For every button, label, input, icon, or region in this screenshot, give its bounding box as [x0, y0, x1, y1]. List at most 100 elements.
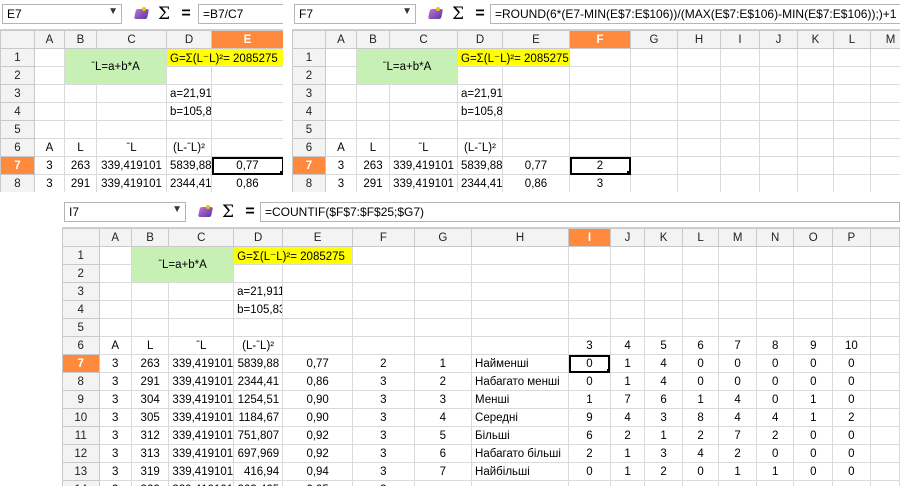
cell[interactable] [282, 264, 354, 283]
cell-g[interactable]: 1 [413, 354, 473, 373]
chevron-down-icon[interactable]: ▼ [108, 6, 118, 17]
cell[interactable] [233, 318, 284, 337]
count-cell[interactable]: 1 [793, 390, 834, 409]
cell-e[interactable]: 0,86 [282, 372, 354, 391]
row-header[interactable]: 2 [62, 264, 100, 283]
cell[interactable] [869, 462, 900, 481]
cell[interactable] [168, 282, 235, 301]
cell[interactable] [720, 174, 760, 192]
cell-l[interactable]: 312 [130, 426, 170, 445]
cell-h[interactable]: Найбільші [471, 462, 570, 481]
count-cell[interactable]: 4 [644, 354, 683, 373]
cell-a[interactable]: 3 [98, 480, 132, 486]
cell[interactable] [130, 300, 170, 319]
count-cell[interactable]: 0 [755, 444, 795, 463]
cell[interactable] [870, 120, 900, 139]
row-header[interactable]: 3 [292, 84, 326, 103]
count-cell[interactable]: 1 [609, 444, 646, 463]
count-cell[interactable]: 0 [793, 444, 834, 463]
row-header[interactable]: 4 [0, 102, 35, 121]
col-header[interactable]: C [96, 30, 167, 49]
cell[interactable] [98, 300, 132, 319]
count-cell[interactable]: 7 [718, 426, 757, 445]
row-header[interactable]: 9 [62, 390, 100, 409]
cell[interactable] [759, 138, 798, 157]
count-cell[interactable]: 4 [718, 408, 757, 427]
cell[interactable] [869, 282, 900, 301]
active-cell[interactable]: 0 [568, 354, 611, 373]
a-coefficient[interactable]: a=21,9116 [166, 84, 212, 103]
cell-a[interactable]: 3 [98, 390, 132, 409]
row-header[interactable]: 1 [0, 48, 35, 67]
row-header[interactable]: 1 [62, 246, 100, 265]
cell[interactable] [352, 318, 415, 337]
cell-h[interactable] [471, 480, 570, 486]
cell[interactable] [96, 102, 167, 121]
cell[interactable] [356, 120, 390, 139]
cell[interactable]: 3 [34, 174, 65, 192]
cell[interactable] [797, 120, 834, 139]
row-header[interactable]: 6 [0, 138, 35, 157]
cell[interactable] [630, 48, 678, 67]
row-header[interactable]: 8 [62, 372, 100, 391]
count-cell[interactable]: 6 [644, 390, 683, 409]
cell[interactable] [211, 84, 283, 103]
formula-input[interactable]: =B7/C7 [198, 4, 283, 24]
cell[interactable] [677, 102, 721, 121]
cell[interactable]: 2344,41 [457, 174, 503, 192]
cell[interactable] [64, 120, 97, 139]
cell[interactable] [832, 282, 871, 301]
corner-cell[interactable] [0, 30, 35, 49]
function-wizard-icon[interactable] [131, 4, 153, 24]
cell[interactable] [833, 102, 871, 121]
row-header[interactable]: 8 [0, 174, 35, 192]
bin-header-cell[interactable]: 7 [718, 336, 757, 355]
col-header[interactable]: E [282, 228, 354, 247]
cell[interactable] [34, 66, 65, 85]
col-header[interactable]: A [34, 30, 65, 49]
sum-icon[interactable]: Σ [153, 4, 175, 24]
count-cell[interactable]: 0 [681, 372, 720, 391]
sheet-grid[interactable]: A B C D E 1 ˉL=a+b*A G=Σ(L⁻L)²= 2085275 … [0, 30, 283, 192]
cell[interactable] [644, 300, 683, 319]
count-cell[interactable]: 4 [609, 408, 646, 427]
cell-l[interactable]: 305 [130, 408, 170, 427]
name-box[interactable]: I7 ▼ [64, 202, 186, 222]
cell[interactable]: 339,419101 [96, 156, 167, 175]
cell[interactable] [569, 84, 631, 103]
cell-e[interactable]: 0,94 [282, 462, 354, 481]
formula-label-green[interactable]: ˉL=a+b*A [356, 48, 458, 85]
cell[interactable] [720, 138, 760, 157]
col-header[interactable]: B [356, 30, 390, 49]
cell-g[interactable]: 3 [413, 390, 473, 409]
count-cell[interactable]: 0 [793, 426, 834, 445]
row-header-selected[interactable]: 7 [292, 156, 326, 175]
cell[interactable] [677, 138, 721, 157]
cell[interactable] [356, 102, 390, 121]
header-cell[interactable]: (L-ˉL)² [457, 138, 503, 157]
cell[interactable] [677, 174, 721, 192]
cell-lb[interactable]: 339,419101 [168, 372, 235, 391]
cell[interactable] [681, 264, 720, 283]
header-cell[interactable]: A [34, 138, 65, 157]
cell-d[interactable]: 751,807 [233, 426, 284, 445]
cell[interactable] [502, 138, 570, 157]
col-header[interactable]: H [677, 30, 721, 49]
count-cell[interactable]: 0 [832, 462, 871, 481]
sum-icon[interactable]: Σ [217, 202, 239, 222]
cell[interactable] [352, 300, 415, 319]
a-coefficient[interactable]: a=21,9116 [233, 282, 284, 301]
cell[interactable] [677, 48, 721, 67]
cell[interactable]: 5839,88 [166, 156, 212, 175]
corner-cell[interactable] [62, 228, 100, 247]
row-header[interactable]: 5 [292, 120, 326, 139]
cell[interactable] [681, 300, 720, 319]
cell-g[interactable] [413, 480, 473, 486]
cell[interactable] [325, 120, 357, 139]
cell[interactable] [96, 84, 167, 103]
row-header[interactable]: 4 [292, 102, 326, 121]
col-header[interactable]: J [609, 228, 646, 247]
cell[interactable] [609, 300, 646, 319]
cell-h[interactable]: Найменші [471, 354, 570, 373]
cell[interactable] [677, 156, 721, 175]
